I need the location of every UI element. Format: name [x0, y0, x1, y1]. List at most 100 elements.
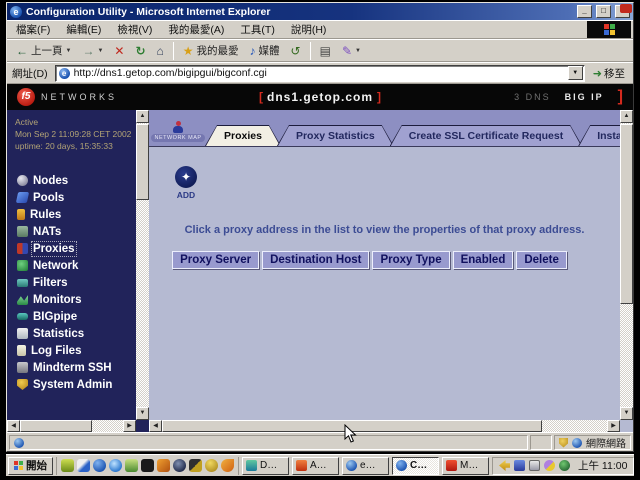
network-map-button[interactable]: NETWORK MAP	[155, 121, 201, 142]
sidebar-item-network[interactable]: Network	[15, 257, 149, 274]
history-button[interactable]: ↺	[286, 43, 306, 59]
forward-dropdown-icon[interactable]: ▼	[97, 48, 103, 54]
taskbar-window-button-5[interactable]: M…	[442, 457, 489, 475]
quick-launch-icon-6[interactable]	[141, 459, 154, 472]
menu-view[interactable]: 檢視(V)	[110, 20, 159, 39]
scroll-left-icon[interactable]: ◀	[7, 420, 20, 432]
start-button[interactable]: 開始	[8, 457, 53, 475]
scroll-right-icon[interactable]: ▶	[123, 420, 136, 432]
home-button[interactable]: ⌂	[152, 43, 169, 59]
main-vertical-scrollbar[interactable]: ▲ ▼	[620, 110, 633, 420]
minimize-button[interactable]: _	[577, 5, 592, 18]
sidebar-item-bigpipe[interactable]: BIGpipe	[15, 308, 149, 325]
quick-launch-icon-1[interactable]	[61, 459, 74, 472]
address-combobox[interactable]: e http://dns1.getop.com/bigipgui/bigconf…	[55, 65, 585, 82]
sidebar-item-system-admin[interactable]: System Admin	[15, 376, 149, 393]
menu-tools[interactable]: 工具(T)	[233, 20, 281, 39]
tray-icon-4[interactable]	[544, 460, 555, 471]
forward-icon: →	[82, 45, 94, 57]
scroll-left-icon[interactable]: ◀	[149, 420, 162, 432]
quick-launch-icon-3[interactable]	[93, 459, 106, 472]
main-horizontal-scrollbar[interactable]: ◀ ▶	[149, 420, 620, 432]
scroll-down-icon[interactable]: ▼	[620, 407, 633, 420]
print-button[interactable]: ▤	[315, 43, 336, 59]
title-bar[interactable]: e Configuration Utility - Microsoft Inte…	[7, 3, 633, 20]
page-content: f5 NETWORKS [dns1.getop.com] 3 DNS BIG I…	[7, 83, 633, 432]
stop-button[interactable]: ✕	[109, 43, 129, 59]
favorites-button[interactable]: ★ 我的最愛	[178, 41, 244, 60]
quick-launch-icon-7[interactable]	[157, 459, 170, 472]
tab-strip: NETWORK MAP Proxies Proxy Statistics Cre…	[149, 110, 620, 147]
address-input[interactable]: http://dns1.getop.com/bigipgui/bigconf.c…	[74, 67, 564, 79]
column-header-destination-host: Destination Host	[262, 251, 369, 269]
status-spacer-pane	[530, 435, 552, 450]
internet-zone-label: 網際網路	[586, 435, 626, 450]
maximize-button[interactable]: □	[596, 5, 611, 18]
taskbar-window-button-1[interactable]: D…	[242, 457, 289, 475]
scrollbar-thumb[interactable]	[20, 420, 92, 432]
monitors-icon	[17, 294, 28, 305]
tab-proxy-statistics[interactable]: Proxy Statistics	[277, 125, 394, 146]
sidebar-horizontal-scrollbar[interactable]: ◀ ▶	[7, 420, 136, 432]
sidebar-item-mindterm-ssh[interactable]: Mindterm SSH	[15, 359, 149, 376]
statistics-icon	[17, 328, 28, 339]
edit-button[interactable]: ✎ ▼	[337, 43, 366, 59]
tray-icon-5[interactable]	[559, 460, 570, 471]
sidebar-item-nats[interactable]: NATs	[15, 223, 149, 240]
tab-create-ssl-certificate-request[interactable]: Create SSL Certificate Request	[390, 125, 582, 146]
tray-icon-2[interactable]	[514, 460, 525, 471]
media-button[interactable]: ♪ 媒體	[245, 41, 285, 60]
quick-launch-icon-9[interactable]	[189, 459, 202, 472]
forward-button[interactable]: → ▼	[77, 43, 108, 59]
media-label: 媒體	[259, 43, 280, 58]
scroll-down-icon[interactable]: ▼	[136, 407, 149, 420]
taskbar-window-button-active[interactable]: C…	[392, 457, 439, 475]
sidebar-item-rules[interactable]: Rules	[15, 206, 149, 223]
tab-proxies[interactable]: Proxies	[205, 125, 281, 146]
go-button[interactable]: ➜ 移至	[589, 66, 629, 81]
bracket-right-icon: ]	[377, 90, 381, 104]
sidebar-item-log-files[interactable]: Log Files	[15, 342, 149, 359]
scrollbar-thumb[interactable]	[136, 124, 149, 200]
address-dropdown-icon[interactable]: ▼	[568, 66, 583, 80]
menu-file[interactable]: 檔案(F)	[9, 20, 57, 39]
scroll-up-icon[interactable]: ▲	[620, 110, 633, 123]
quick-launch-icon-8[interactable]	[173, 459, 186, 472]
browser-window: e Configuration Utility - Microsoft Inte…	[6, 2, 634, 452]
history-icon: ↺	[291, 45, 301, 57]
quick-launch-icon-2[interactable]	[77, 459, 90, 472]
sidebar-item-monitors[interactable]: Monitors	[15, 291, 149, 308]
nats-icon	[17, 226, 28, 237]
menu-help[interactable]: 說明(H)	[284, 20, 334, 39]
scrollbar-thumb[interactable]	[620, 124, 633, 304]
add-proxy-button[interactable]: ✦ ADD	[171, 166, 201, 200]
status-uptime: uptime: 20 days, 15:35:33	[15, 140, 133, 152]
proxies-icon	[17, 243, 28, 254]
scroll-up-icon[interactable]: ▲	[136, 110, 149, 123]
menu-edit[interactable]: 編輯(E)	[59, 20, 108, 39]
sidebar-item-statistics[interactable]: Statistics	[15, 325, 149, 342]
tray-icon-3[interactable]	[529, 460, 540, 471]
sidebar-item-nodes[interactable]: Nodes	[15, 172, 149, 189]
nodes-icon	[17, 175, 28, 186]
taskbar-window-button-3[interactable]: e…	[342, 457, 389, 475]
sidebar-item-filters[interactable]: Filters	[15, 274, 149, 291]
tray-icon-1[interactable]	[499, 460, 510, 471]
sidebar-item-proxies[interactable]: Proxies	[15, 240, 149, 257]
edit-dropdown-icon[interactable]: ▼	[355, 48, 361, 54]
quick-launch-icon-5[interactable]	[125, 459, 138, 472]
menu-favorites[interactable]: 我的最愛(A)	[161, 20, 231, 39]
taskbar-window-button-2[interactable]: A…	[292, 457, 339, 475]
quick-launch-icon-10[interactable]	[205, 459, 218, 472]
back-button[interactable]: ← 上一頁 ▼	[11, 41, 76, 60]
sidebar-item-pools[interactable]: Pools	[15, 189, 149, 206]
refresh-button[interactable]: ↻	[130, 43, 150, 59]
back-label: 上一頁	[31, 43, 63, 58]
sidebar-vertical-scrollbar[interactable]: ▲ ▼	[136, 110, 149, 420]
back-dropdown-icon[interactable]: ▼	[66, 48, 72, 54]
scroll-right-icon[interactable]: ▶	[607, 420, 620, 432]
security-zone-pane: 網際網路	[554, 435, 631, 450]
menu-bar: 檔案(F) 編輯(E) 檢視(V) 我的最愛(A) 工具(T) 說明(H)	[7, 20, 633, 39]
quick-launch-icon-11[interactable]	[221, 459, 234, 472]
quick-launch-icon-4[interactable]	[109, 459, 122, 472]
